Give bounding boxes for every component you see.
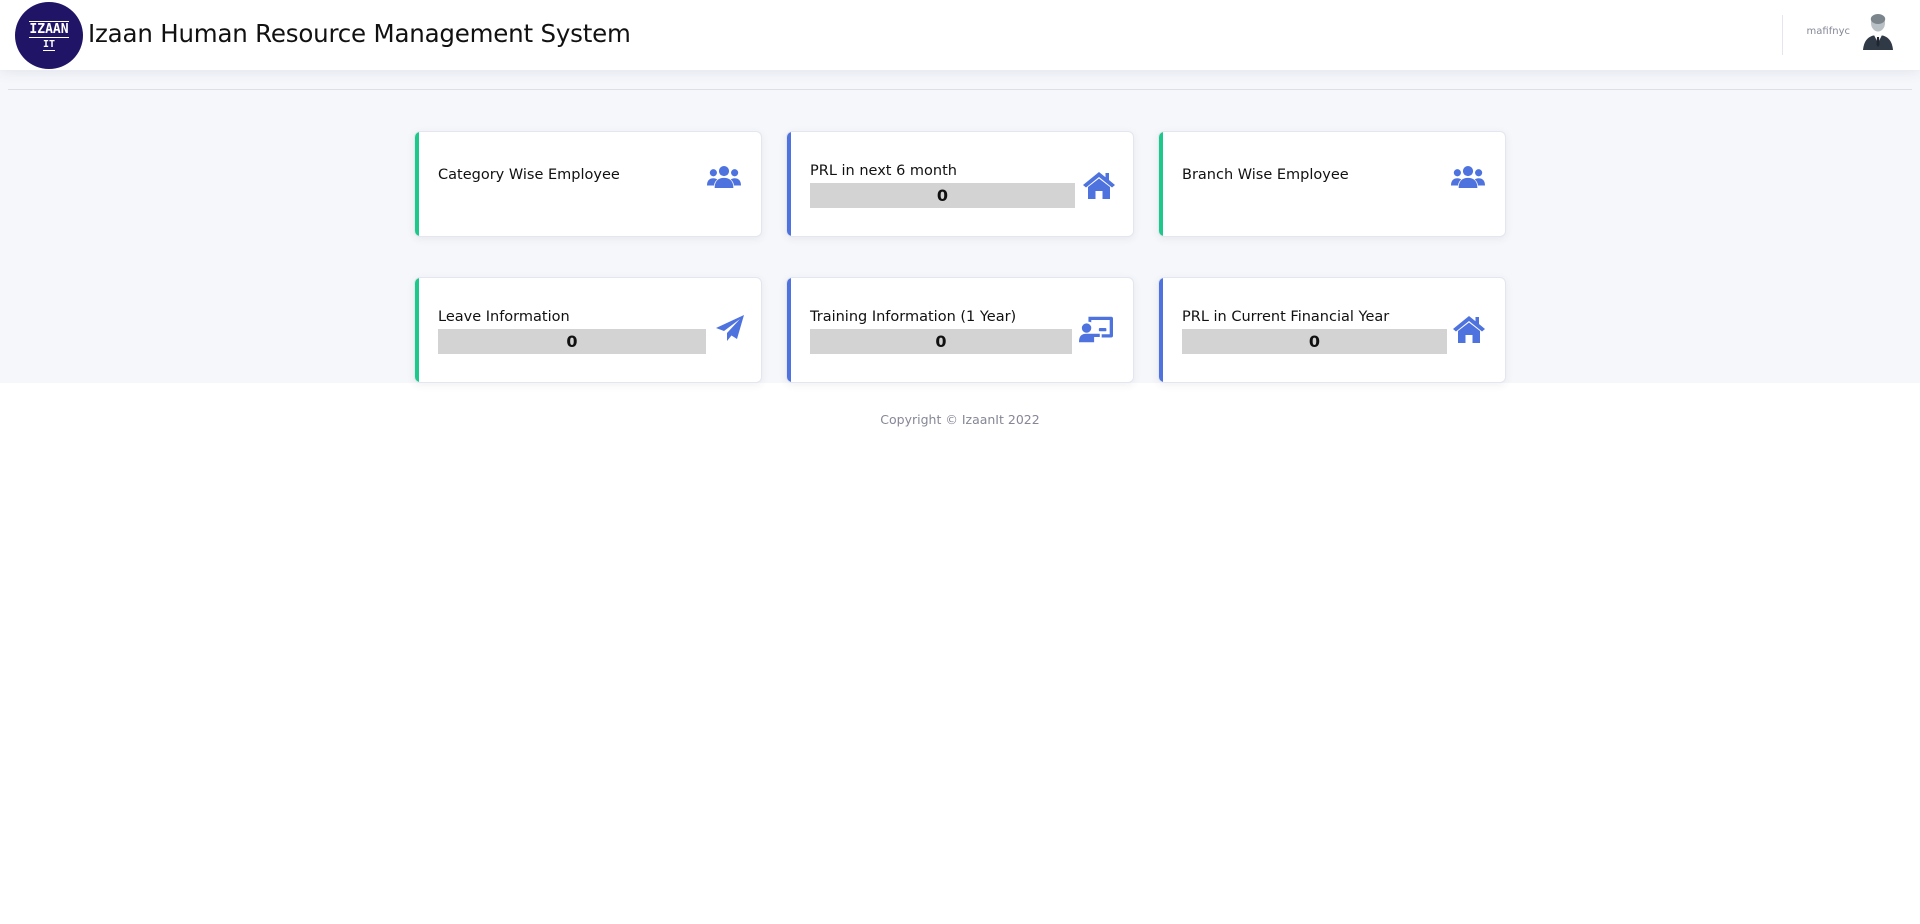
card-prl-current-financial-year[interactable]: PRL in Current Financial Year 0 [1158,277,1506,383]
home-icon [1452,314,1486,344]
content-divider [8,89,1912,90]
card-title: PRL in Current Financial Year [1182,309,1390,325]
users-icon [1451,162,1485,192]
logo-text-line2: IT [42,38,56,51]
user-name: mafifnyc [1806,25,1850,37]
card-value: 0 [1182,329,1447,354]
footer: Copyright © IzaanIt 2022 [0,412,1920,427]
card-value: 0 [810,183,1075,208]
card-leave-information[interactable]: Leave Information 0 [414,277,762,383]
card-training-information[interactable]: Training Information (1 Year) 0 [786,277,1134,383]
paper-plane-icon [713,314,747,344]
company-logo[interactable]: IZAAN IT [15,2,83,69]
user-avatar-icon [1860,12,1896,50]
chalkboard-teacher-icon [1079,314,1113,344]
dashboard-content: Category Wise Employee PRL in next 6 mon… [0,70,1920,383]
users-icon [707,162,741,192]
app-title: Izaan Human Resource Management System [88,19,631,48]
card-value: 0 [438,329,706,354]
top-navbar: IZAAN IT Izaan Human Resource Management… [0,0,1920,70]
card-prl-next-6-month[interactable]: PRL in next 6 month 0 [786,131,1134,237]
card-value: 0 [810,329,1072,354]
card-title: Training Information (1 Year) [810,309,1017,325]
logo-text-line1: IZAAN [29,20,69,38]
copyright-text: Copyright © IzaanIt 2022 [880,412,1040,427]
card-title: PRL in next 6 month [810,163,957,179]
card-category-wise-employee[interactable]: Category Wise Employee [414,131,762,237]
home-icon [1082,170,1116,200]
card-title: Branch Wise Employee [1182,167,1349,183]
card-title: Category Wise Employee [438,167,620,183]
topbar-divider [1782,15,1783,55]
card-title: Leave Information [438,309,570,325]
card-branch-wise-employee[interactable]: Branch Wise Employee [1158,131,1506,237]
user-dropdown[interactable]: mafifnyc [1807,12,1896,50]
